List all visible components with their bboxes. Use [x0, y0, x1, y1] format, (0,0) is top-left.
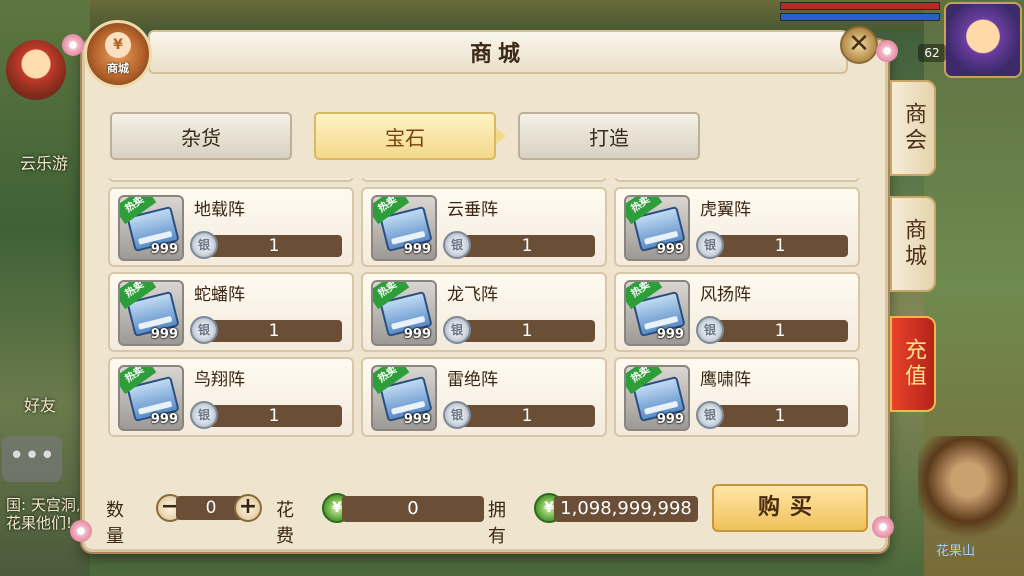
item-card-shepan[interactable]: 热卖 999 蛇蟠阵 1 银 [108, 272, 354, 352]
cost-label: 花费 [276, 500, 294, 547]
silver-coin-icon: 银 [190, 316, 218, 344]
item-card[interactable]: 999 银 1 [108, 178, 354, 182]
friends-label[interactable]: 好友 [24, 392, 56, 416]
silver-coin-icon: 银 [443, 401, 471, 429]
item-card-niaoxiang[interactable]: 热卖 999 鸟翔阵 1 银 [108, 357, 354, 437]
stack-count: 999 [656, 327, 684, 342]
status-bars [780, 2, 940, 28]
flower-decoration-icon [872, 516, 894, 538]
emblem-label: 商城 [107, 62, 129, 75]
flower-decoration-icon [62, 34, 84, 56]
item-name: 蛇蟠阵 [194, 285, 245, 305]
owned-value: 1,098,999,998 [554, 496, 698, 522]
buy-button[interactable]: 购买 [712, 484, 868, 532]
map-location-label: 花果山 [936, 544, 976, 559]
item-grid-scroll[interactable]: 999 银 1 999 银 1 999 银 1 热卖 999 地 [108, 178, 866, 468]
yunleyou-label[interactable]: 云乐游 [20, 150, 68, 174]
dialog-title: 商城 [469, 42, 526, 67]
formation-book-icon: 热卖 999 [371, 365, 437, 431]
item-name: 地载阵 [194, 200, 245, 220]
tab-forging[interactable]: 打造 [518, 112, 700, 160]
player-avatar[interactable] [944, 2, 1022, 78]
tab-label: 杂货 [181, 125, 221, 150]
formation-book-icon: 热卖 999 [371, 195, 437, 261]
item-name: 虎翼阵 [700, 200, 751, 220]
formation-book-icon: 热卖 999 [624, 195, 690, 261]
side-tab-guild-shop[interactable]: 商会 [890, 80, 936, 176]
tab-gems[interactable]: 宝石 [314, 112, 506, 160]
activity-character-icon[interactable] [6, 40, 66, 100]
formation-book-icon: 热卖 999 [371, 280, 437, 346]
item-name: 雷绝阵 [447, 370, 498, 390]
side-tab-mall[interactable]: 商城 [890, 196, 936, 292]
item-name: 龙飞阵 [447, 285, 498, 305]
item-name: 鹰啸阵 [700, 370, 751, 390]
silver-coin-icon: 银 [696, 231, 724, 259]
stack-count: 999 [656, 412, 684, 427]
silver-coin-icon: 银 [696, 401, 724, 429]
formation-book-icon: 热卖 999 [118, 365, 184, 431]
side-tab-label: 充值 [901, 338, 926, 390]
tab-groceries[interactable]: 杂货 [110, 112, 292, 160]
formation-book-icon: 热卖 999 [624, 280, 690, 346]
silver-coin-icon: 银 [443, 316, 471, 344]
shop-emblem-icon: ¥ 商城 [84, 20, 152, 88]
stack-count: 999 [403, 412, 431, 427]
stack-count: 999 [150, 242, 178, 257]
stack-count: 999 [150, 412, 178, 427]
silver-coin-icon: 银 [696, 316, 724, 344]
item-name: 云垂阵 [447, 200, 498, 220]
stack-count: 999 [403, 242, 431, 257]
price-value: 1 [712, 320, 848, 342]
dialog-title-bar: 商城 [148, 30, 848, 74]
item-grid: 999 银 1 999 银 1 999 银 1 热卖 999 地 [108, 178, 866, 437]
side-tab-label: 商城 [901, 218, 926, 270]
mp-bar [780, 13, 940, 21]
item-name: 鸟翔阵 [194, 370, 245, 390]
tab-label: 宝石 [385, 125, 425, 150]
flower-decoration-icon [876, 40, 898, 62]
item-card[interactable]: 999 银 1 [361, 178, 607, 182]
silver-coin-icon: 银 [190, 231, 218, 259]
price-value: 1 [206, 320, 342, 342]
price-value: 1 [206, 405, 342, 427]
stack-count: 999 [150, 327, 178, 342]
cost-value: 0 [342, 496, 484, 522]
quantity-label: 数量 [106, 500, 124, 547]
silver-coin-icon: 银 [190, 401, 218, 429]
price-value: 1 [712, 405, 848, 427]
price-value: 1 [459, 405, 595, 427]
item-name: 风扬阵 [700, 285, 751, 305]
hp-bar [780, 2, 940, 10]
item-card-huyi[interactable]: 热卖 999 虎翼阵 1 银 [614, 187, 860, 267]
price-value: 1 [712, 235, 848, 257]
item-card-longfei[interactable]: 热卖 999 龙飞阵 1 银 [361, 272, 607, 352]
item-card[interactable]: 999 银 1 [614, 178, 860, 182]
item-card-dizai[interactable]: 热卖 999 地载阵 1 银 [108, 187, 354, 267]
item-card-leijue[interactable]: 热卖 999 雷绝阵 1 银 [361, 357, 607, 437]
formation-book-icon: 热卖 999 [118, 280, 184, 346]
price-value: 1 [206, 235, 342, 257]
stack-count: 999 [403, 327, 431, 342]
formation-book-icon: 热卖 999 [118, 195, 184, 261]
npc-character [918, 436, 1018, 546]
player-level: 62 [918, 44, 946, 62]
item-card-fengyang[interactable]: 热卖 999 风扬阵 1 银 [614, 272, 860, 352]
item-card-yunchui[interactable]: 热卖 999 云垂阵 1 银 [361, 187, 607, 267]
formation-book-icon: 热卖 999 [624, 365, 690, 431]
flower-decoration-icon [70, 520, 92, 542]
chat-icon[interactable]: ••• [2, 436, 62, 482]
silver-coin-icon: 银 [443, 231, 471, 259]
close-button[interactable]: ✕ [840, 26, 878, 64]
price-value: 1 [459, 235, 595, 257]
item-card-yingxiao[interactable]: 热卖 999 鹰啸阵 1 银 [614, 357, 860, 437]
increase-quantity-button[interactable]: + [234, 494, 262, 522]
price-value: 1 [459, 320, 595, 342]
side-tab-label: 商会 [901, 102, 926, 154]
side-tab-recharge[interactable]: 充值 [890, 316, 936, 412]
coin-icon: ¥ [105, 32, 131, 58]
owned-label: 拥有 [488, 500, 506, 547]
stack-count: 999 [656, 242, 684, 257]
tab-label: 打造 [589, 125, 629, 150]
